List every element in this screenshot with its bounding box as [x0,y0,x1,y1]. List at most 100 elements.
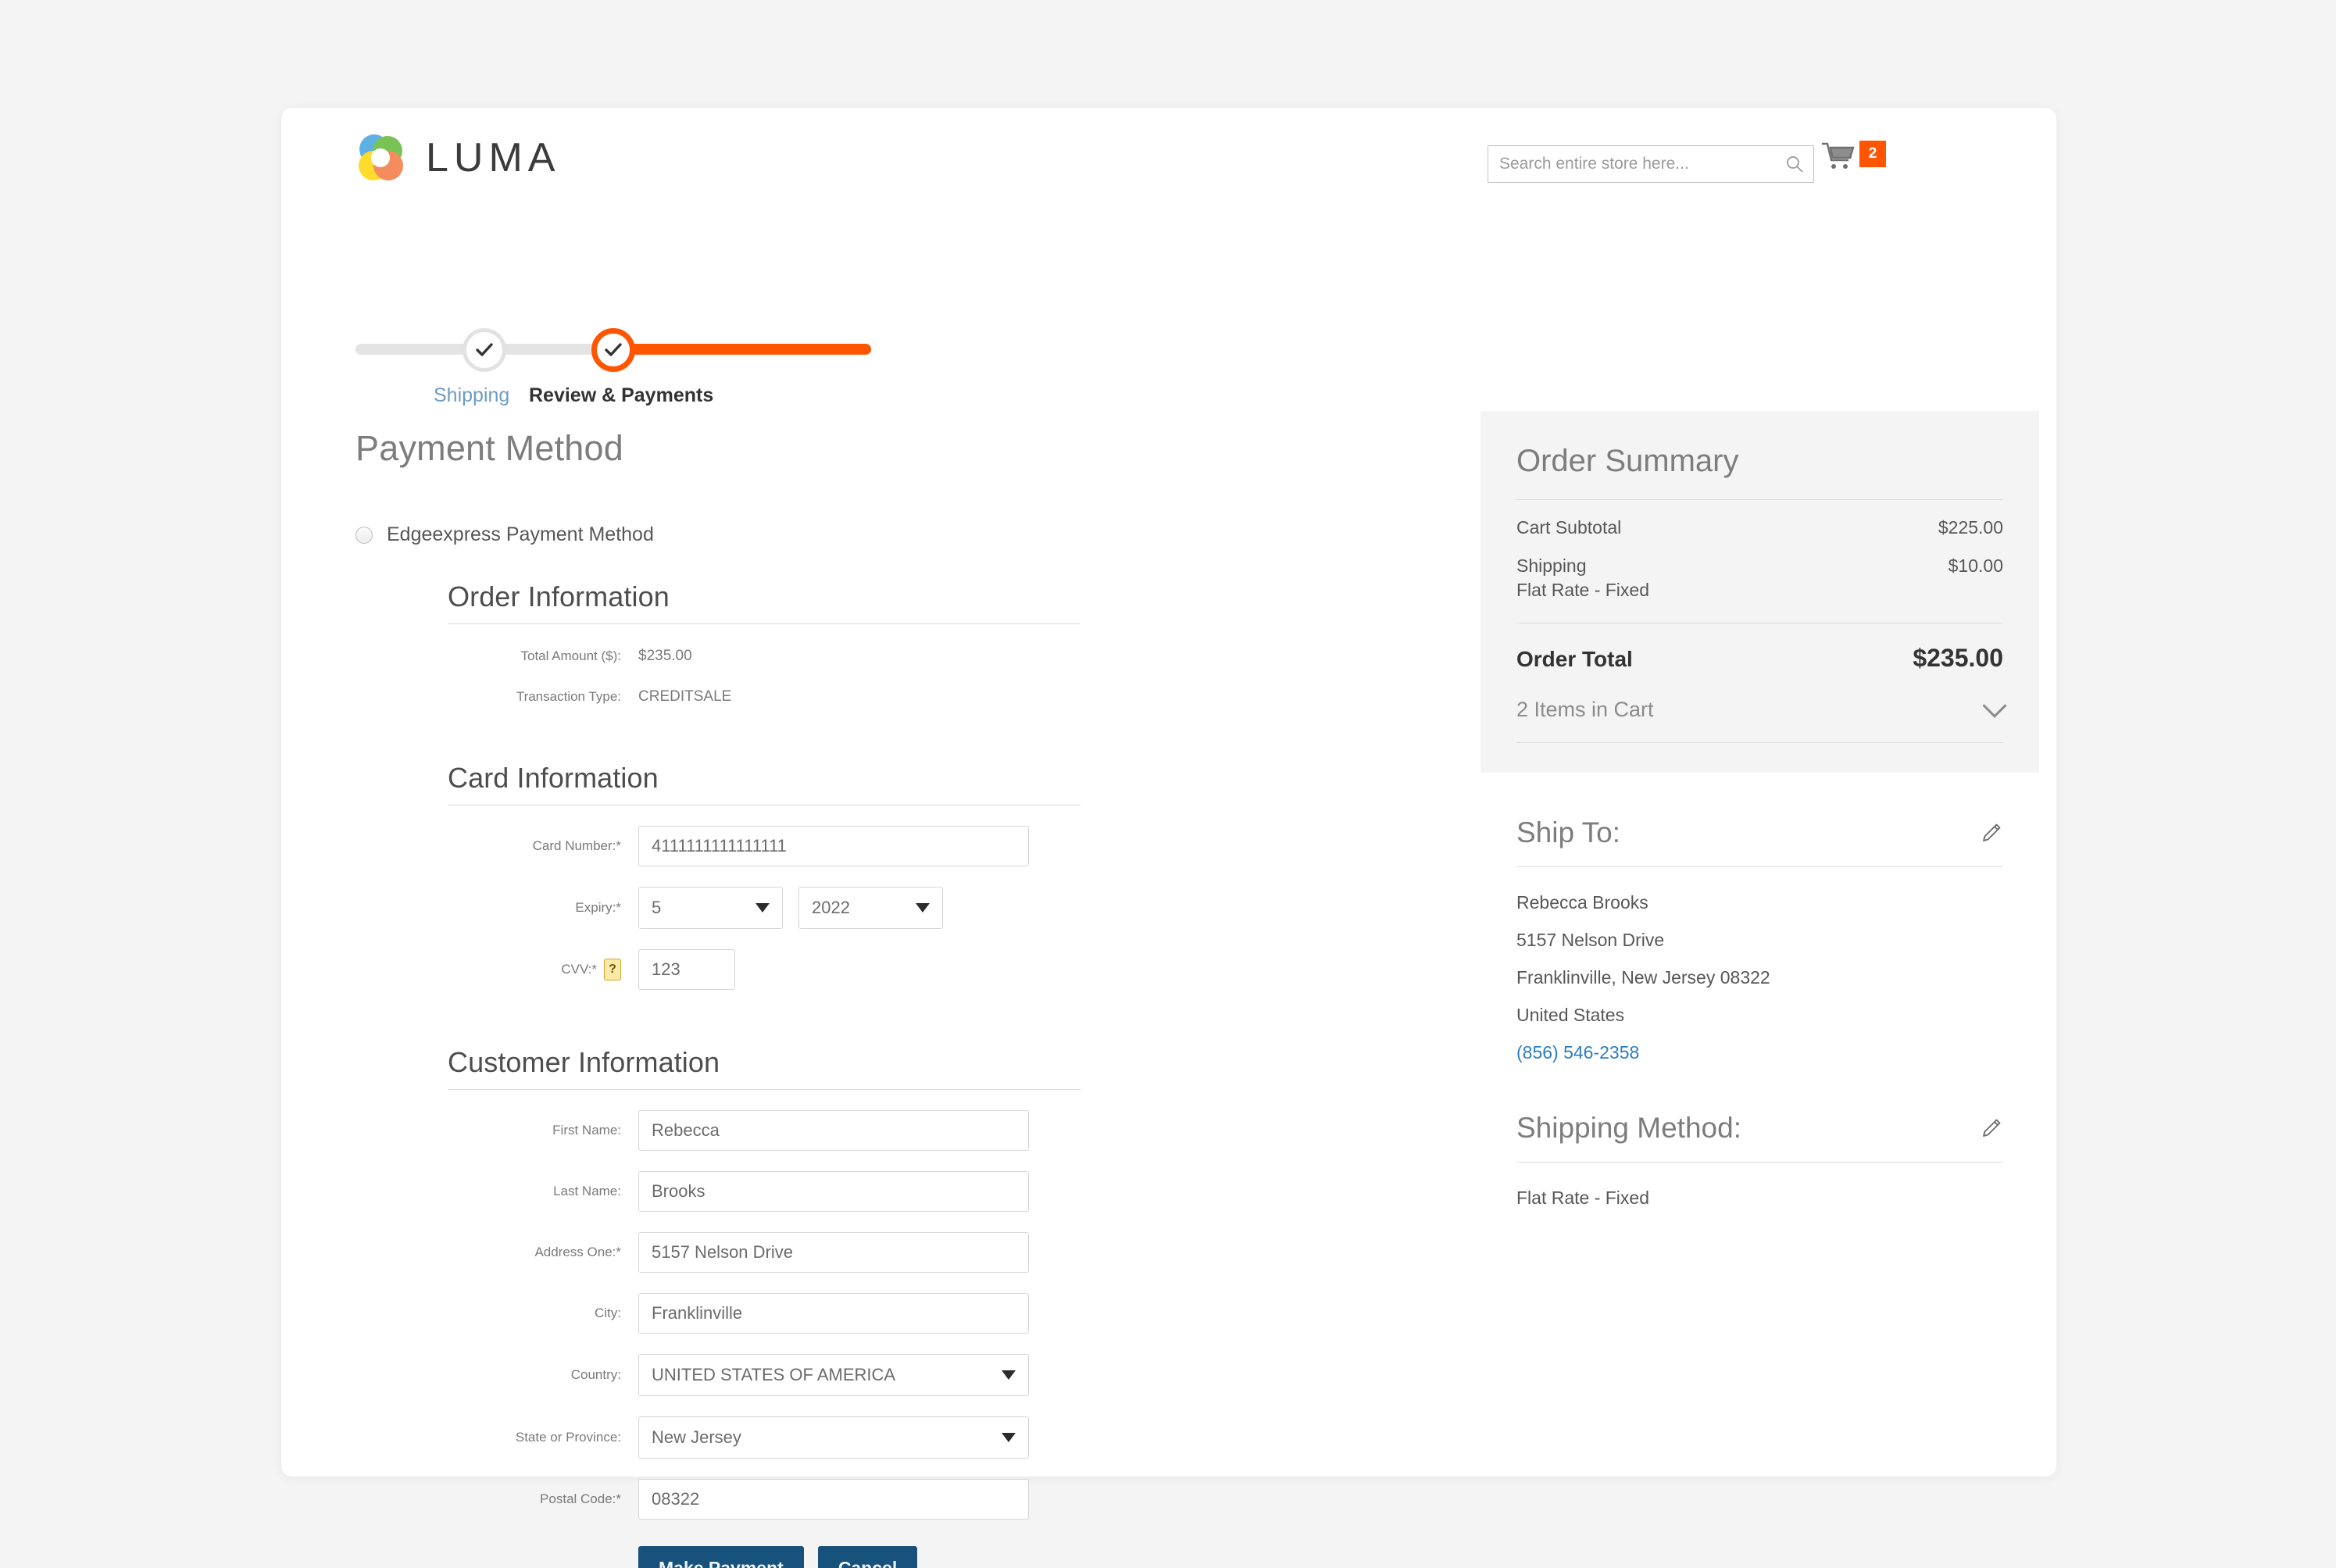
ship-to-city-state-zip: Franklinville, New Jersey 08322 [1516,967,1770,988]
order-total-value: $235.00 [1913,644,2003,672]
first-name-label: First Name: [552,1123,621,1138]
field-row-postal-code: Postal Code:* [448,1479,1080,1520]
expiry-month-value: 5 [652,898,662,917]
customer-information-heading: Customer Information [448,1046,1080,1090]
country-label: Country: [570,1367,621,1382]
divider [1516,866,2003,867]
order-sidebar: Order Summary Cart Subtotal $225.00 Ship… [1481,411,2039,1209]
card-information-heading: Card Information [448,762,1080,805]
order-summary-title: Order Summary [1516,444,1739,478]
summary-row-order-total: Order Total $235.00 [1516,644,2003,673]
page-title: Payment Method [355,428,623,468]
expiry-month-select[interactable]: 5 [638,887,783,929]
chevron-down-icon [1002,1433,1016,1442]
order-total-label: Order Total [1516,647,1633,671]
ship-to-header: Ship To: [1516,816,2003,849]
order-info-row-transaction-type: Transaction Type: CREDITSALE [448,688,1080,705]
field-row-expiry: Expiry:* 5 2022 [448,887,1080,929]
payment-method-radio[interactable] [355,526,373,544]
ship-to-street: 5157 Nelson Drive [1516,930,1665,950]
progress-step-review-node[interactable] [591,328,635,372]
last-name-input[interactable] [638,1171,1029,1212]
minicart[interactable]: 2 [1820,141,1886,173]
ship-to-country: United States [1516,1005,1625,1025]
postal-code-input[interactable] [638,1479,1029,1520]
divider [1516,1162,2003,1163]
brand-name: LUMA [426,135,561,180]
chevron-down-icon [1002,1370,1016,1380]
field-row-state-province: State or Province: New Jersey [448,1416,1080,1459]
divider [1516,499,2003,500]
expiry-year-value: 2022 [812,898,850,917]
city-input[interactable] [638,1293,1029,1334]
expiry-label: Expiry:* [575,900,621,915]
order-summary-panel: Order Summary Cart Subtotal $225.00 Ship… [1481,411,2039,773]
field-row-city: City: [448,1293,1080,1334]
state-province-select[interactable]: New Jersey [638,1416,1029,1459]
search-box[interactable] [1488,145,1814,183]
shopping-cart-icon[interactable] [1820,141,1856,173]
items-in-cart-toggle[interactable]: 2 Items in Cart [1516,693,2007,722]
field-row-last-name: Last Name: [448,1171,1080,1212]
field-row-cvv: CVV:* ? [448,949,1080,990]
check-icon [473,339,495,361]
payment-form: Order Information Total Amount ($): $235… [448,580,1080,1568]
search-input[interactable] [1488,146,1776,182]
brand-logo[interactable]: LUMA [355,133,560,183]
shipping-value: $10.00 [1948,555,2003,576]
chevron-down-icon [916,903,930,913]
luma-flower-logo-icon [355,133,405,183]
progress-step-shipping-node[interactable] [463,328,506,372]
field-row-country: Country: UNITED STATES OF AMERICA [448,1354,1080,1396]
card-number-label: Card Number:* [532,838,621,853]
cancel-button[interactable]: Cancel [817,1546,918,1568]
site-header: LUMA Search entire store here... 2 [281,108,2056,225]
divider [1516,742,2003,743]
total-amount-value: $235.00 [638,648,692,664]
shipping-method-section: Shipping Method: Flat Rate - Fixed [1481,1112,2039,1209]
transaction-type-label: Transaction Type: [516,689,621,704]
shipping-method-note: Flat Rate - Fixed [1516,580,1649,600]
state-province-label: State or Province: [515,1430,621,1445]
cart-subtotal-value: $225.00 [1938,517,2003,538]
card-number-input[interactable] [638,826,1029,866]
postal-code-label: Postal Code:* [540,1491,621,1506]
transaction-type-value: CREDITSALE [638,688,732,705]
make-payment-button[interactable]: Make Payment [638,1546,804,1568]
page-card: LUMA Search entire store here... 2 Shipp… [281,108,2056,1568]
ship-to-name: Rebecca Brooks [1516,892,1648,913]
summary-row-shipping: Shipping $10.00 [1516,555,2003,577]
progress-step-label-shipping[interactable]: Shipping [434,384,509,407]
form-actions: Make Payment Cancel [638,1546,1080,1568]
question-mark-icon[interactable]: ? [604,959,621,980]
payment-method-column: Payment Method Edgeexpress Payment Metho… [355,428,1371,1568]
shipping-method-value: Flat Rate - Fixed [1516,1188,1649,1208]
chevron-down-icon [755,903,770,913]
search-icon[interactable] [1776,146,1813,182]
shipping-label: Shipping [1516,555,1587,576]
cvv-label-wrap: CVV:* ? [448,959,638,980]
items-in-cart-label: 2 Items in Cart [1516,698,1654,721]
ship-to-phone[interactable]: (856) 546-2358 [1516,1042,2003,1063]
address-one-input[interactable] [638,1232,1029,1273]
payment-method-option[interactable]: Edgeexpress Payment Method [355,523,1371,546]
shipping-method-title: Shipping Method: [1516,1112,1741,1144]
order-information-heading: Order Information [448,580,1080,624]
ship-to-section: Ship To: Rebecca Brooks 5157 Nelson Driv… [1481,816,2039,1063]
ship-to-title: Ship To: [1516,816,1621,848]
country-select[interactable]: UNITED STATES OF AMERICA [638,1354,1029,1396]
field-row-card-number: Card Number:* [448,826,1080,866]
pencil-edit-icon[interactable] [1980,821,2003,845]
check-icon [602,339,624,361]
cvv-input[interactable] [638,949,735,990]
cvv-label: CVV:* [561,962,597,977]
total-amount-label: Total Amount ($): [520,648,621,663]
pencil-edit-icon[interactable] [1980,1116,2003,1140]
city-label: City: [595,1305,621,1320]
cart-count-badge: 2 [1859,141,1886,167]
first-name-input[interactable] [638,1110,1029,1151]
country-value: UNITED STATES OF AMERICA [652,1365,896,1384]
checkout-progress-bar: Shipping Review & Payments [355,313,871,406]
expiry-year-select[interactable]: 2022 [798,887,943,929]
progress-step-label-review[interactable]: Review & Payments [529,384,713,407]
